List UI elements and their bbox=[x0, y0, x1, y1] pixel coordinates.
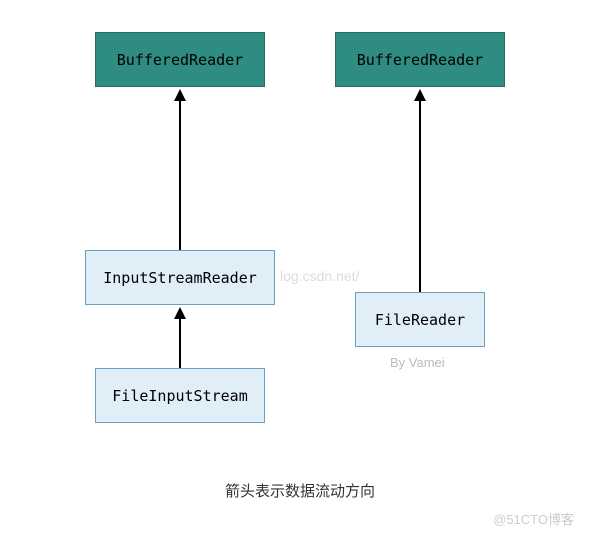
arrow-line bbox=[419, 100, 421, 292]
left-top-box: BufferedReader bbox=[95, 32, 265, 87]
watermark-csdn: log.csdn.net/ bbox=[280, 268, 359, 284]
diagram-container: BufferedReader InputStreamReader FileInp… bbox=[0, 0, 589, 538]
arrow-line bbox=[179, 318, 181, 368]
right-top-box: BufferedReader bbox=[335, 32, 505, 87]
watermark-author: By Vamei bbox=[390, 355, 445, 370]
left-middle-box: InputStreamReader bbox=[85, 250, 275, 305]
left-bottom-box: FileInputStream bbox=[95, 368, 265, 423]
watermark-footer: @51CTO博客 bbox=[493, 509, 574, 528]
right-bottom-box: FileReader bbox=[355, 292, 485, 347]
diagram-caption: 箭头表示数据流动方向 bbox=[200, 480, 400, 501]
arrow-line bbox=[179, 100, 181, 250]
